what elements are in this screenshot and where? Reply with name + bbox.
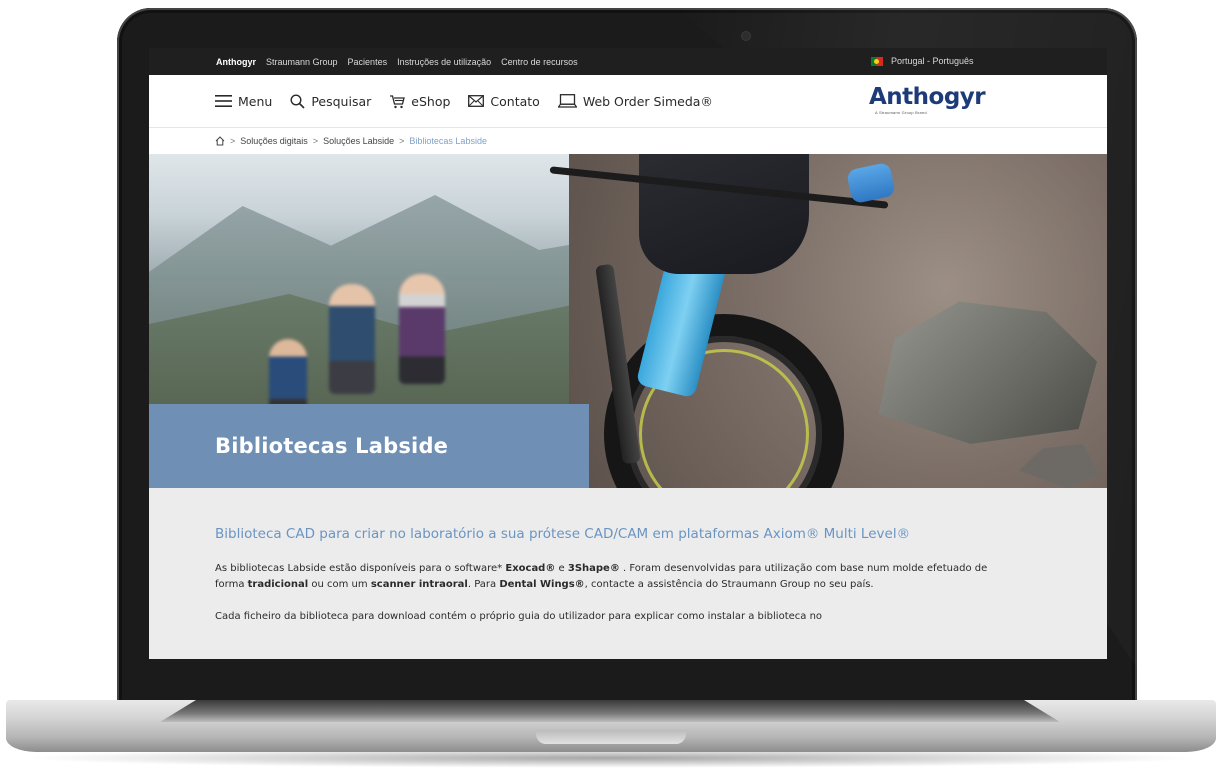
page-title: Bibliotecas Labside [215, 434, 449, 458]
search-icon [290, 93, 305, 109]
browser-screen: Anthogyr Straumann Group Pacientes Instr… [149, 48, 1107, 659]
laptop-opening-notch [536, 730, 686, 744]
text-bold-dental-wings: Dental Wings® [499, 579, 585, 590]
camera-icon [742, 32, 750, 40]
text-bold-scanner: scanner intraoral [370, 579, 468, 590]
breadcrumb-separator: > [399, 136, 405, 146]
text-bold-exocad: Exocad® [505, 563, 556, 574]
top-utility-bar: Anthogyr Straumann Group Pacientes Instr… [149, 48, 1107, 75]
main-navigation: Menu Pesquisar eShop Contato Web Order S… [149, 75, 1107, 128]
search-button[interactable]: Pesquisar [290, 94, 371, 109]
web-order-button[interactable]: Web Order Simeda® [557, 93, 713, 109]
hero-background-rider [399, 274, 445, 384]
contact-label: Contato [490, 93, 540, 109]
download-paragraph: Cada ficheiro da biblioteca para downloa… [215, 611, 823, 622]
hero-rider-torso [639, 154, 809, 274]
anthogyr-logo[interactable]: Anthogyr A Straumann Group Brand [869, 84, 986, 118]
menu-button[interactable]: Menu [215, 94, 272, 109]
text-run: As bibliotecas Labside estão disponíveis… [215, 563, 506, 574]
text-run: e [555, 563, 568, 574]
text-run: . Para [467, 579, 500, 590]
topbar-link-anthogyr[interactable]: Anthogyr [216, 57, 256, 67]
main-content: Biblioteca CAD para criar no laboratório… [149, 488, 1107, 625]
hero-banner: Bibliotecas Labside [149, 154, 1107, 488]
hero-rider-glove [845, 161, 897, 205]
topbar-link-pacientes[interactable]: Pacientes [348, 57, 388, 67]
envelope-icon [468, 95, 485, 107]
breadcrumb-separator: > [230, 136, 236, 146]
breadcrumb-current: Bibliotecas Labside [409, 136, 487, 146]
text-bold-tradicional: tradicional [247, 579, 309, 590]
logo-wordmark: Anthogyr [869, 84, 986, 110]
logo-tagline: A Straumann Group Brand [875, 110, 927, 115]
language-selector[interactable]: Portugal - Português [871, 56, 974, 66]
web-order-label: Web Order Simeda® [582, 93, 713, 109]
home-icon[interactable] [215, 136, 225, 146]
language-label: Portugal - Português [891, 56, 974, 66]
laptop-keyboard-edge [160, 700, 1060, 722]
hero-background-rider [329, 284, 375, 394]
hamburger-icon [215, 95, 232, 107]
text-run: , contacte a assistência do Straumann Gr… [584, 579, 874, 590]
cart-icon [390, 94, 406, 108]
topbar-link-centro-recursos[interactable]: Centro de recursos [501, 57, 578, 67]
section-heading: Biblioteca CAD para criar no laboratório… [215, 526, 911, 542]
topbar-link-straumann-group[interactable]: Straumann Group [266, 57, 338, 67]
breadcrumb-solucoes-digitais[interactable]: Soluções digitais [240, 136, 308, 146]
text-bold-3shape: 3Shape® [567, 563, 620, 574]
eshop-button[interactable]: eShop [389, 94, 450, 109]
topbar-link-instrucoes[interactable]: Instruções de utilização [397, 57, 491, 67]
eshop-label: eShop [411, 93, 451, 109]
laptop-mockup: Anthogyr Straumann Group Pacientes Instr… [0, 0, 1222, 777]
laptop-icon [557, 94, 577, 108]
menu-label: Menu [238, 93, 273, 109]
text-run: ou com um [308, 579, 371, 590]
intro-paragraph: As bibliotecas Labside estão disponíveis… [215, 561, 1015, 593]
breadcrumb: > Soluções digitais > Soluções Labside >… [149, 128, 1107, 154]
breadcrumb-solucoes-labside[interactable]: Soluções Labside [323, 136, 394, 146]
contact-button[interactable]: Contato [468, 93, 540, 109]
breadcrumb-separator: > [312, 136, 319, 146]
portugal-flag-icon [871, 56, 883, 66]
search-label: Pesquisar [311, 93, 372, 109]
